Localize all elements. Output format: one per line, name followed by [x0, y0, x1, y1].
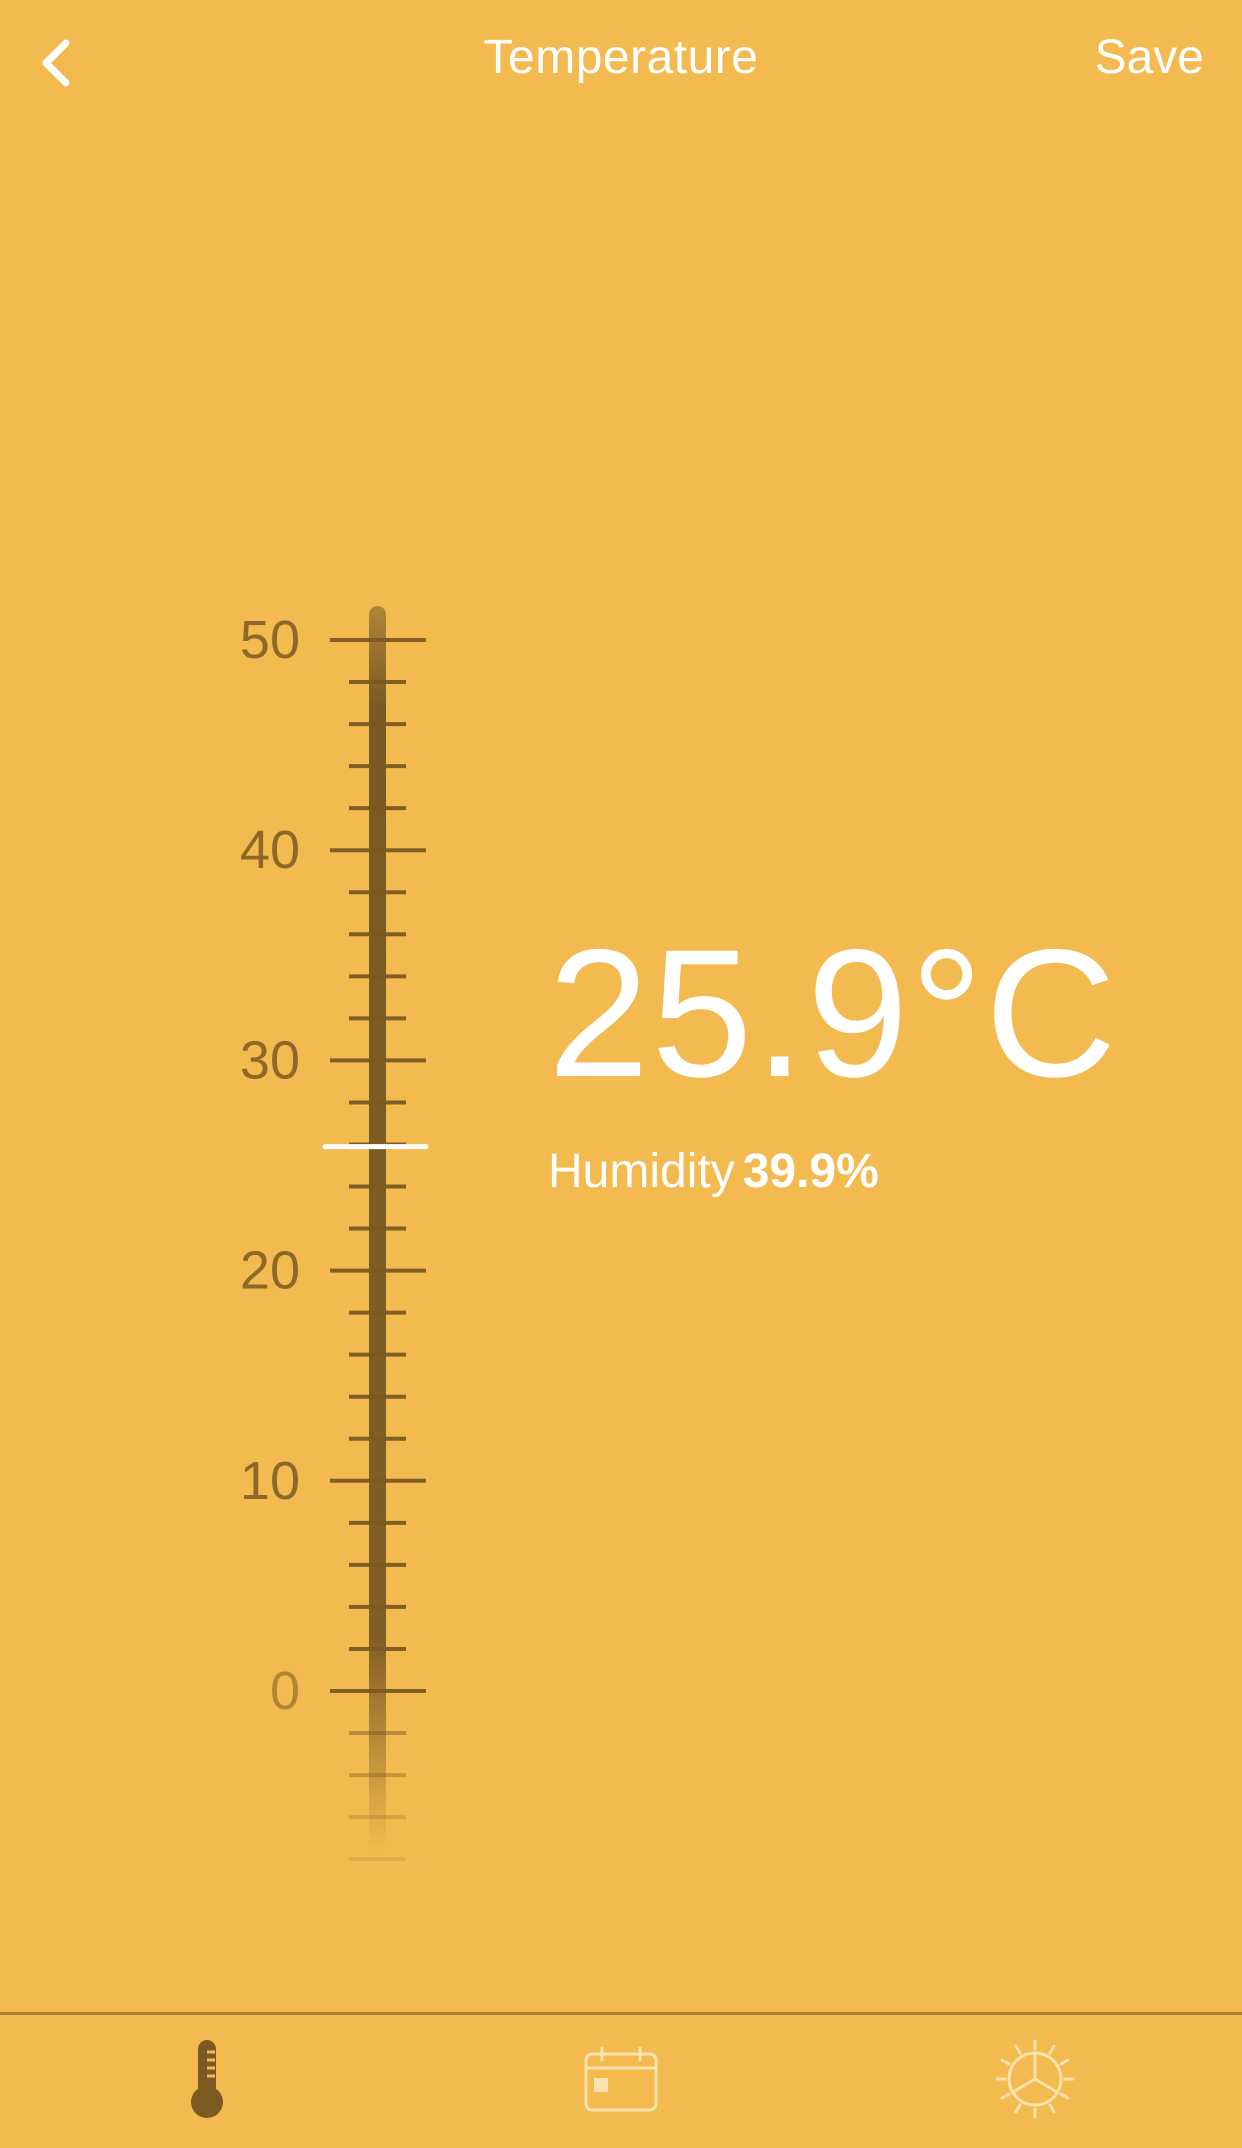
humidity-label: Humidity [548, 1145, 735, 1198]
scale-label: 50 [240, 610, 300, 670]
sun-settings-icon [993, 2037, 1077, 2126]
app-screen: Temperature Save 50 40 30 20 10 0 25.9°C Humi… [0, 0, 1242, 2148]
calendar-icon [584, 2046, 658, 2117]
scale-label: 40 [240, 820, 300, 880]
thermometer-icon [185, 2038, 229, 2125]
nav-tab-settings[interactable] [828, 2015, 1242, 2148]
scale-label: 0 [270, 1661, 300, 1721]
nav-tab-calendar[interactable] [414, 2015, 828, 2148]
nav-tab-temperature[interactable] [0, 2015, 414, 2148]
humidity-value: 39.9% [742, 1145, 879, 1198]
temperature-value: 25.9°C [548, 911, 1119, 1115]
scale-label: 10 [240, 1451, 300, 1511]
bottom-nav [0, 2015, 1242, 2148]
scale-label: 20 [240, 1241, 300, 1301]
reading-panel: 25.9°C Humidity 39.9% [548, 918, 1188, 1199]
scale-label: 30 [240, 1030, 300, 1090]
humidity-readout: Humidity 39.9% [548, 1144, 1188, 1199]
